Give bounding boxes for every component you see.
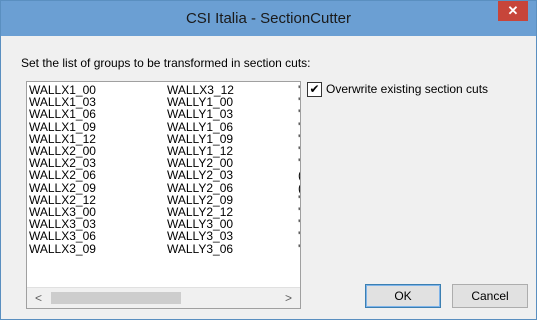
list-item[interactable]: WALLY1_06 (167, 120, 234, 132)
list-item[interactable]: WALLX1_09 (29, 120, 96, 132)
list-item[interactable]: WALLY1_03 (167, 108, 234, 120)
list-item[interactable]: WALLY3_06 (167, 242, 234, 254)
list-item[interactable]: WALLX1_06 (29, 108, 96, 120)
list-item[interactable]: WALLX3_06 (29, 230, 96, 242)
list-item[interactable]: ' (298, 120, 300, 132)
list-item[interactable]: WALLY2_03 (167, 169, 234, 181)
scroll-thumb[interactable] (51, 292, 181, 304)
list-item[interactable]: WALLY3_03 (167, 230, 234, 242)
list-item[interactable]: ' (298, 242, 300, 254)
window-title: CSI Italia - SectionCutter (185, 10, 352, 27)
list-column-3: '''''''((''''' (298, 84, 300, 255)
title-bar[interactable]: CSI Italia - SectionCutter ✕ (1, 1, 536, 36)
list-column-1: WALLX1_00 WALLX1_03 WALLX1_06 WALLX1_09 WALL… (29, 84, 96, 255)
list-item[interactable]: ' (298, 108, 300, 120)
list-item[interactable]: WALLX2_06 (29, 169, 96, 181)
list-item[interactable]: ' (298, 230, 300, 242)
cancel-button[interactable]: Cancel (452, 284, 528, 308)
scroll-left-icon[interactable]: < (30, 289, 47, 307)
ok-button[interactable]: OK (365, 284, 441, 308)
horizontal-scrollbar[interactable]: < > (27, 287, 300, 308)
list-item[interactable]: ( (298, 181, 300, 193)
overwrite-label[interactable]: Overwrite existing section cuts (326, 82, 488, 96)
overwrite-checkbox[interactable]: ✔ (307, 82, 322, 97)
list-item[interactable]: WALLX2_09 (29, 181, 96, 193)
list-item[interactable]: WALLX3_09 (29, 242, 96, 254)
section-cutter-window: CSI Italia - SectionCutter ✕ Set the lis… (0, 0, 537, 320)
list-item[interactable]: WALLY2_06 (167, 181, 234, 193)
dialog-body: Set the list of groups to be transformed… (9, 36, 528, 311)
close-button[interactable]: ✕ (498, 1, 528, 21)
scroll-right-icon[interactable]: > (280, 289, 297, 307)
list-column-2: WALLX3_12 WALLY1_00 WALLY1_03 WALLY1_06 WALL… (167, 84, 234, 255)
instruction-label: Set the list of groups to be transformed… (21, 56, 311, 70)
list-item[interactable]: ( (298, 169, 300, 181)
groups-listbox[interactable]: WALLX1_00 WALLX1_03 WALLX1_06 WALLX1_09 WALL… (26, 81, 301, 309)
